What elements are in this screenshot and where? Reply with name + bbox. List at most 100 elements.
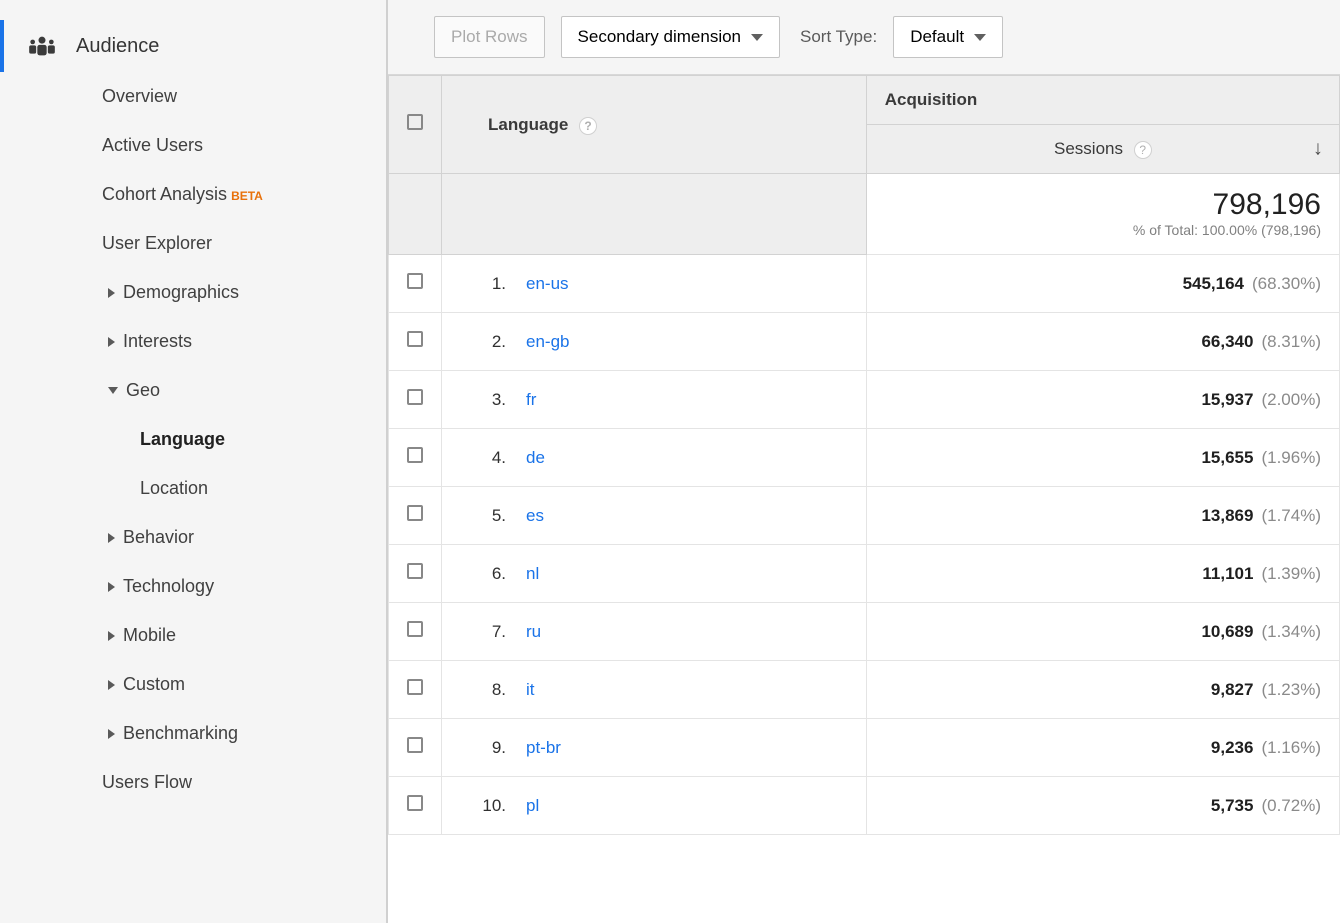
sidebar-sub-language[interactable]: Language <box>0 415 386 464</box>
sidebar-item-benchmarking[interactable]: Benchmarking <box>0 709 386 758</box>
row-sessions-cell: 5,735 (0.72%) <box>866 777 1339 835</box>
row-rank: 4. <box>468 448 506 468</box>
checkbox-icon <box>407 114 423 130</box>
table-row: 7. ru 10,689 (1.34%) <box>389 603 1340 661</box>
dropdown-icon <box>974 34 986 41</box>
sidebar-item-geo[interactable]: Geo <box>0 366 386 415</box>
sessions-pct: (1.34%) <box>1261 622 1321 641</box>
column-group-acquisition: Acquisition <box>866 76 1339 125</box>
language-link[interactable]: es <box>526 506 544 525</box>
sidebar-item-interests[interactable]: Interests <box>0 317 386 366</box>
sidebar-item-behavior[interactable]: Behavior <box>0 513 386 562</box>
language-link[interactable]: pt-br <box>526 738 561 757</box>
row-checkbox[interactable] <box>389 603 442 661</box>
sidebar-item-demographics[interactable]: Demographics <box>0 268 386 317</box>
row-checkbox[interactable] <box>389 313 442 371</box>
row-checkbox[interactable] <box>389 777 442 835</box>
sessions-pct: (1.39%) <box>1261 564 1321 583</box>
checkbox-icon <box>407 795 423 811</box>
help-icon[interactable]: ? <box>579 117 597 135</box>
row-rank: 7. <box>468 622 506 642</box>
sessions-value: 11,101 <box>1202 564 1253 583</box>
sidebar-item-technology[interactable]: Technology <box>0 562 386 611</box>
language-link[interactable]: ru <box>526 622 541 641</box>
row-language-cell: 10. pl <box>442 777 867 835</box>
checkbox-icon <box>407 505 423 521</box>
sort-type-dropdown[interactable]: Default <box>893 16 1003 58</box>
checkbox-icon <box>407 563 423 579</box>
chevron-down-icon <box>108 387 118 394</box>
summary-total: 798,196 <box>885 188 1321 222</box>
row-sessions-cell: 66,340(8.31%) <box>866 313 1339 371</box>
sessions-value: 10,689 <box>1201 622 1253 641</box>
table-row: 2. en-gb 66,340(8.31%) <box>389 313 1340 371</box>
row-rank: 10. <box>468 796 506 816</box>
sidebar-section-label: Audience <box>76 35 159 58</box>
row-sessions-cell: 10,689 (1.34%) <box>866 603 1339 661</box>
row-sessions-cell: 15,937 (2.00%) <box>866 371 1339 429</box>
row-rank: 2. <box>468 332 506 352</box>
summary-row: 798,196 % of Total: 100.00% (798,196) <box>389 174 1340 255</box>
column-header-sessions[interactable]: Sessions ? ↓ <box>866 125 1339 174</box>
chevron-right-icon <box>108 582 115 592</box>
table-row: 1.en-us545,164(68.30%) <box>389 255 1340 313</box>
language-link[interactable]: nl <box>526 564 539 583</box>
sessions-value: 5,735 <box>1211 796 1254 815</box>
language-link[interactable]: en-gb <box>526 332 569 351</box>
sidebar-item-overview[interactable]: Overview <box>0 72 386 121</box>
checkbox-icon <box>407 273 423 289</box>
row-checkbox[interactable] <box>389 661 442 719</box>
sessions-pct: (2.00%) <box>1261 390 1321 409</box>
row-rank: 5. <box>468 506 506 526</box>
row-language-cell: 6. nl <box>442 545 867 603</box>
row-sessions-cell: 9,827(1.23%) <box>866 661 1339 719</box>
sidebar-item-users-flow[interactable]: Users Flow <box>0 758 386 807</box>
row-checkbox[interactable] <box>389 719 442 777</box>
row-sessions-cell: 545,164(68.30%) <box>866 255 1339 313</box>
language-link[interactable]: de <box>526 448 545 467</box>
checkbox-icon <box>407 679 423 695</box>
language-link[interactable]: fr <box>526 390 536 409</box>
row-checkbox[interactable] <box>389 487 442 545</box>
row-checkbox[interactable] <box>389 429 442 487</box>
language-link[interactable]: en-us <box>526 274 569 293</box>
plot-rows-button[interactable]: Plot Rows <box>434 16 545 58</box>
sidebar-item-active-users[interactable]: Active Users <box>0 121 386 170</box>
secondary-dimension-dropdown[interactable]: Secondary dimension <box>561 16 780 58</box>
table-row: 9.pt-br9,236(1.16%) <box>389 719 1340 777</box>
row-language-cell: 8.it <box>442 661 867 719</box>
sidebar-section-audience[interactable]: Audience <box>0 20 386 72</box>
sessions-pct: (8.31%) <box>1261 332 1321 351</box>
sidebar-sub-location[interactable]: Location <box>0 464 386 513</box>
beta-badge: BETA <box>231 189 263 203</box>
language-link[interactable]: pl <box>526 796 539 815</box>
sidebar-item-mobile[interactable]: Mobile <box>0 611 386 660</box>
sidebar: Audience Overview Active Users Cohort An… <box>0 0 388 923</box>
dropdown-icon <box>751 34 763 41</box>
sessions-value: 15,937 <box>1201 390 1253 409</box>
sidebar-item-cohort-analysis[interactable]: Cohort AnalysisBETA <box>0 170 386 219</box>
summary-subtext: % of Total: 100.00% (798,196) <box>1133 222 1321 238</box>
sidebar-item-custom[interactable]: Custom <box>0 660 386 709</box>
sort-type-label: Sort Type: <box>800 27 877 47</box>
sessions-pct: (0.72%) <box>1261 796 1321 815</box>
main-content: Plot Rows Secondary dimension Sort Type:… <box>388 0 1340 923</box>
sessions-pct: (68.30%) <box>1252 274 1321 293</box>
sidebar-item-user-explorer[interactable]: User Explorer <box>0 219 386 268</box>
sessions-value: 15,655 <box>1201 448 1253 467</box>
chevron-right-icon <box>108 533 115 543</box>
table-row: 6. nl 11,101 (1.39%) <box>389 545 1340 603</box>
checkbox-icon <box>407 447 423 463</box>
sessions-value: 9,827 <box>1211 680 1254 699</box>
row-checkbox[interactable] <box>389 545 442 603</box>
row-checkbox[interactable] <box>389 255 442 313</box>
checkbox-icon <box>407 737 423 753</box>
column-header-language[interactable]: Language ? <box>442 76 867 174</box>
help-icon[interactable]: ? <box>1134 141 1152 159</box>
checkbox-icon <box>407 331 423 347</box>
select-all-header[interactable] <box>389 76 442 174</box>
row-rank: 6. <box>468 564 506 584</box>
language-link[interactable]: it <box>526 680 535 699</box>
data-table: Language ? Acquisition Sessions ? ↓ 798, <box>388 75 1340 835</box>
row-checkbox[interactable] <box>389 371 442 429</box>
